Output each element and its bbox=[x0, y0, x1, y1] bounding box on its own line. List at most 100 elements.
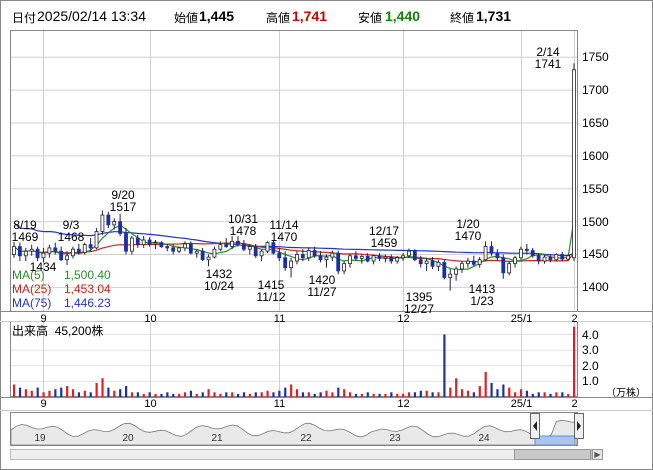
volume-bar bbox=[301, 392, 305, 397]
candle-body bbox=[536, 255, 541, 262]
volume-bar bbox=[225, 392, 228, 397]
candle-body bbox=[82, 244, 87, 253]
volume-bar bbox=[407, 392, 411, 397]
candle-body bbox=[389, 256, 394, 262]
candle-body bbox=[194, 250, 199, 254]
volume-bar bbox=[219, 393, 222, 397]
volume-bar bbox=[272, 392, 275, 397]
candle-body bbox=[171, 247, 176, 252]
volume-bar bbox=[237, 393, 240, 397]
volume-bar bbox=[525, 390, 529, 397]
volume-bar bbox=[231, 392, 234, 397]
volume-bar bbox=[484, 372, 487, 397]
candle-body bbox=[359, 256, 364, 259]
low-label: 安値 bbox=[358, 11, 383, 25]
candle-body bbox=[76, 248, 81, 253]
volume-bar bbox=[349, 392, 352, 397]
x-tick-label: 10 bbox=[144, 313, 157, 325]
y-tick-label: 1500 bbox=[582, 214, 609, 229]
volume-bar bbox=[502, 384, 505, 397]
volume-tick-label: 2.0 bbox=[582, 358, 599, 373]
volume-legend: 出来高 45,200株 bbox=[12, 322, 103, 339]
volume-tick-label: 3.0 bbox=[582, 343, 599, 358]
volume-bar bbox=[148, 392, 151, 397]
candle-body bbox=[300, 254, 305, 259]
candle-body bbox=[165, 246, 170, 249]
candle-body bbox=[401, 255, 405, 259]
x-tick-label: 25/1 bbox=[510, 398, 533, 410]
volume-bar bbox=[343, 389, 346, 397]
price-annotation: 1415 11/12 bbox=[256, 278, 286, 304]
candle-body bbox=[365, 256, 370, 262]
volume-bar bbox=[290, 384, 293, 397]
navigator-selection bbox=[534, 435, 576, 446]
volume-bar bbox=[119, 389, 122, 397]
candle-body bbox=[465, 260, 470, 265]
scroll-right-button[interactable]: ▶ bbox=[592, 449, 603, 460]
volume-bar bbox=[366, 392, 369, 397]
volume-bar bbox=[543, 392, 546, 397]
price-annotation: 1434 bbox=[29, 260, 57, 274]
price-annotation: 9/20 1517 bbox=[109, 188, 137, 214]
volume-bar bbox=[18, 387, 22, 397]
volume-bar bbox=[107, 387, 110, 397]
volume-tick-label: 4.0 bbox=[582, 327, 599, 342]
candle-body bbox=[124, 233, 128, 252]
navigator-tick-label: 22 bbox=[300, 433, 312, 444]
y-tick-label: 1600 bbox=[582, 148, 609, 163]
volume-bar bbox=[13, 384, 16, 397]
candle-body bbox=[519, 248, 523, 259]
candle-body bbox=[495, 252, 500, 259]
candle-body bbox=[135, 237, 140, 246]
volume-tick-label: 1.0 bbox=[582, 374, 599, 389]
volume-bar bbox=[514, 392, 517, 397]
candle-body bbox=[324, 256, 329, 261]
candle-body bbox=[460, 263, 464, 270]
volume-bar bbox=[284, 387, 287, 397]
volume-bar bbox=[166, 392, 169, 397]
scrollbar-track[interactable] bbox=[10, 449, 592, 460]
candle-body bbox=[277, 252, 282, 259]
close-value: 1,731 bbox=[476, 8, 512, 24]
candle-body bbox=[241, 243, 246, 250]
volume-bar bbox=[83, 390, 86, 397]
candle-body bbox=[483, 246, 488, 261]
candle-body bbox=[88, 244, 93, 249]
volume-bar bbox=[567, 393, 570, 397]
volume-bar bbox=[260, 392, 263, 397]
candle-body bbox=[12, 246, 16, 255]
volume-bar bbox=[378, 393, 381, 397]
candle-body bbox=[542, 256, 547, 262]
candle-body bbox=[407, 250, 411, 257]
volume-bar bbox=[54, 389, 57, 397]
navigator-tick-label: 19 bbox=[34, 433, 46, 444]
candle-body bbox=[572, 69, 576, 259]
candle-body bbox=[330, 252, 335, 258]
volume-bar bbox=[549, 393, 552, 397]
volume-bar bbox=[77, 392, 81, 397]
candle-body bbox=[230, 240, 235, 247]
scrollbar-thumb[interactable] bbox=[514, 449, 591, 460]
y-tick-label: 1750 bbox=[582, 50, 609, 65]
volume-bar bbox=[42, 392, 45, 397]
candle-body bbox=[47, 247, 52, 254]
volume-bar bbox=[195, 393, 198, 397]
volume-bar bbox=[36, 387, 39, 397]
volume-bar bbox=[402, 393, 405, 397]
range-handle-left[interactable] bbox=[530, 413, 540, 439]
y-tick-label: 1450 bbox=[582, 247, 609, 262]
candle-body bbox=[353, 255, 358, 259]
candle-body bbox=[253, 246, 258, 257]
x-tick-label: 25/1 bbox=[510, 313, 533, 325]
volume-bar bbox=[443, 334, 446, 397]
low-value: 1,440 bbox=[385, 8, 421, 24]
volume-bar bbox=[113, 390, 116, 397]
ma5-legend: MA(5) 1,500.40 bbox=[12, 268, 111, 282]
y-tick-label: 1550 bbox=[582, 181, 609, 196]
range-handle-right[interactable] bbox=[574, 413, 584, 439]
candle-body bbox=[448, 273, 453, 278]
volume-bar bbox=[89, 392, 92, 397]
candle-body bbox=[35, 248, 40, 259]
candle-body bbox=[306, 250, 311, 259]
chevron-left-icon bbox=[533, 421, 537, 431]
